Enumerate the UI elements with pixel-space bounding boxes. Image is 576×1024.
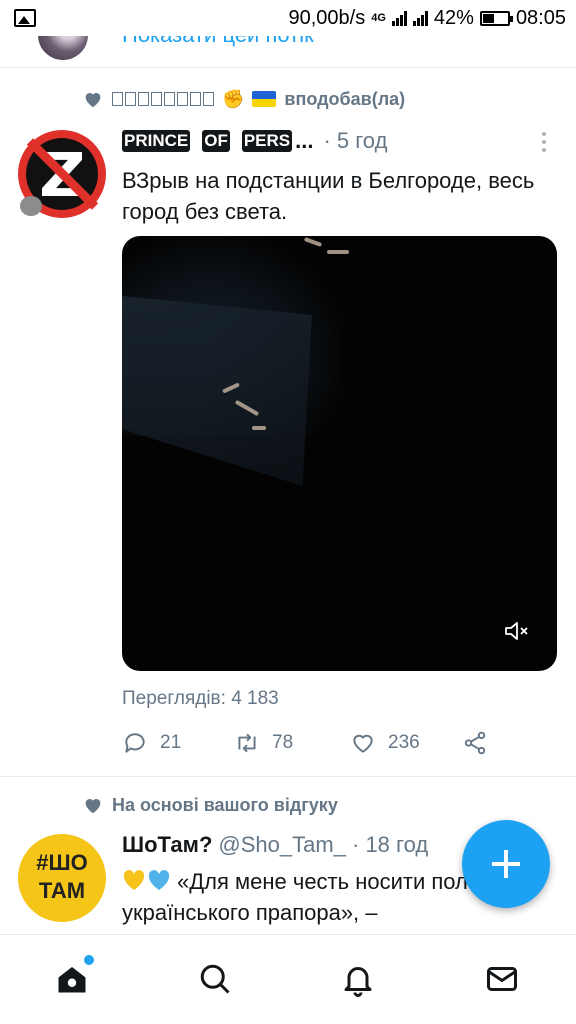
tweet-actions: 21 78 236 — [122, 730, 562, 760]
new-content-dot — [84, 955, 94, 965]
signal-2-icon — [412, 10, 428, 26]
clock: 08:05 — [515, 6, 566, 29]
heart-icon — [85, 93, 101, 108]
avatar-text-line: #ШО — [36, 850, 88, 875]
view-count[interactable]: Переглядів: 4 183 — [122, 688, 279, 710]
share-button[interactable] — [462, 730, 488, 756]
reply-count: 21 — [160, 732, 182, 753]
author-name-word: OF — [202, 130, 230, 152]
tweet-text: ВЗрыв на подстанции в Белгороде, весь го… — [122, 168, 535, 224]
search-icon — [200, 964, 230, 994]
reply-button[interactable]: 21 — [122, 730, 181, 756]
battery-icon — [479, 10, 513, 26]
ukraine-flag-icon — [252, 91, 277, 107]
nav-messages[interactable] — [484, 961, 524, 1001]
reply-icon — [125, 733, 145, 753]
network-speed: 90,00b/s — [288, 6, 366, 29]
battery-percent: 42% — [433, 6, 474, 29]
retweet-button[interactable]: 78 — [234, 730, 293, 756]
bottom-navigation — [0, 934, 576, 1024]
video-structure — [122, 296, 312, 486]
social-user-name-glyphs — [112, 92, 214, 106]
status-bar: 90,00b/s 4G 42% 08:05 — [0, 0, 576, 36]
fist-emoji: ✊ — [222, 88, 245, 109]
network-type: 4G — [371, 12, 386, 24]
yellow-heart-icon — [123, 870, 145, 890]
nav-search[interactable] — [197, 961, 237, 1001]
author-name[interactable]: ШоТам? — [122, 832, 212, 858]
share-icon — [464, 731, 486, 755]
like-count: 236 — [388, 732, 420, 753]
gallery-notification-icon — [14, 9, 36, 27]
author-avatar[interactable] — [18, 130, 106, 218]
author-name-word: PRINCE — [122, 130, 191, 152]
heart-icon — [85, 799, 101, 814]
home-icon — [58, 967, 86, 993]
tweet-time[interactable]: · 5 год — [323, 128, 387, 154]
retweet-count: 78 — [272, 732, 294, 753]
social-context-label: На основі вашого відгуку — [112, 794, 338, 815]
like-icon — [353, 734, 373, 753]
video-player[interactable] — [122, 236, 557, 671]
video-light — [252, 426, 266, 430]
status-bar-right: 90,00b/s 4G 42% 08:05 — [288, 7, 566, 30]
social-context: ✊ вподобав(ла) — [82, 88, 405, 110]
blue-heart-icon — [148, 870, 170, 890]
video-light — [327, 250, 349, 254]
tweet-header: PRINCE OF PERS ... · 5 год — [122, 128, 562, 154]
author-name-word: PERS — [241, 130, 293, 152]
compose-button[interactable] — [462, 820, 550, 908]
author-handle-time[interactable]: @Sho_Tam_ · 18 год — [218, 832, 428, 858]
author-name[interactable]: PRINCE OF PERS — [122, 130, 293, 152]
pet-badge-icon — [20, 196, 42, 216]
tweet-header: ШоТам? @Sho_Tam_ · 18 год — [122, 832, 428, 858]
mute-icon[interactable] — [504, 620, 530, 642]
avatar-text-line: ТАМ — [38, 878, 86, 903]
heart-emojis — [122, 869, 171, 891]
social-context: На основі вашого відгуку — [82, 794, 338, 816]
nav-home[interactable] — [54, 955, 94, 1001]
author-name-space — [232, 130, 240, 152]
signal-1-icon — [391, 10, 407, 26]
author-name-space — [192, 130, 200, 152]
like-button[interactable]: 236 — [350, 730, 420, 756]
tweet-divider — [0, 776, 576, 777]
more-options-icon[interactable] — [540, 132, 548, 154]
retweet-icon — [238, 733, 256, 753]
author-name-ellipsis: ... — [295, 128, 314, 153]
nav-notifications[interactable] — [340, 961, 380, 1001]
notifications-icon — [344, 967, 372, 997]
messages-icon — [487, 967, 517, 991]
social-context-label: вподобав(ла) — [284, 88, 406, 109]
author-avatar[interactable]: #ШО ТАМ — [18, 834, 106, 922]
